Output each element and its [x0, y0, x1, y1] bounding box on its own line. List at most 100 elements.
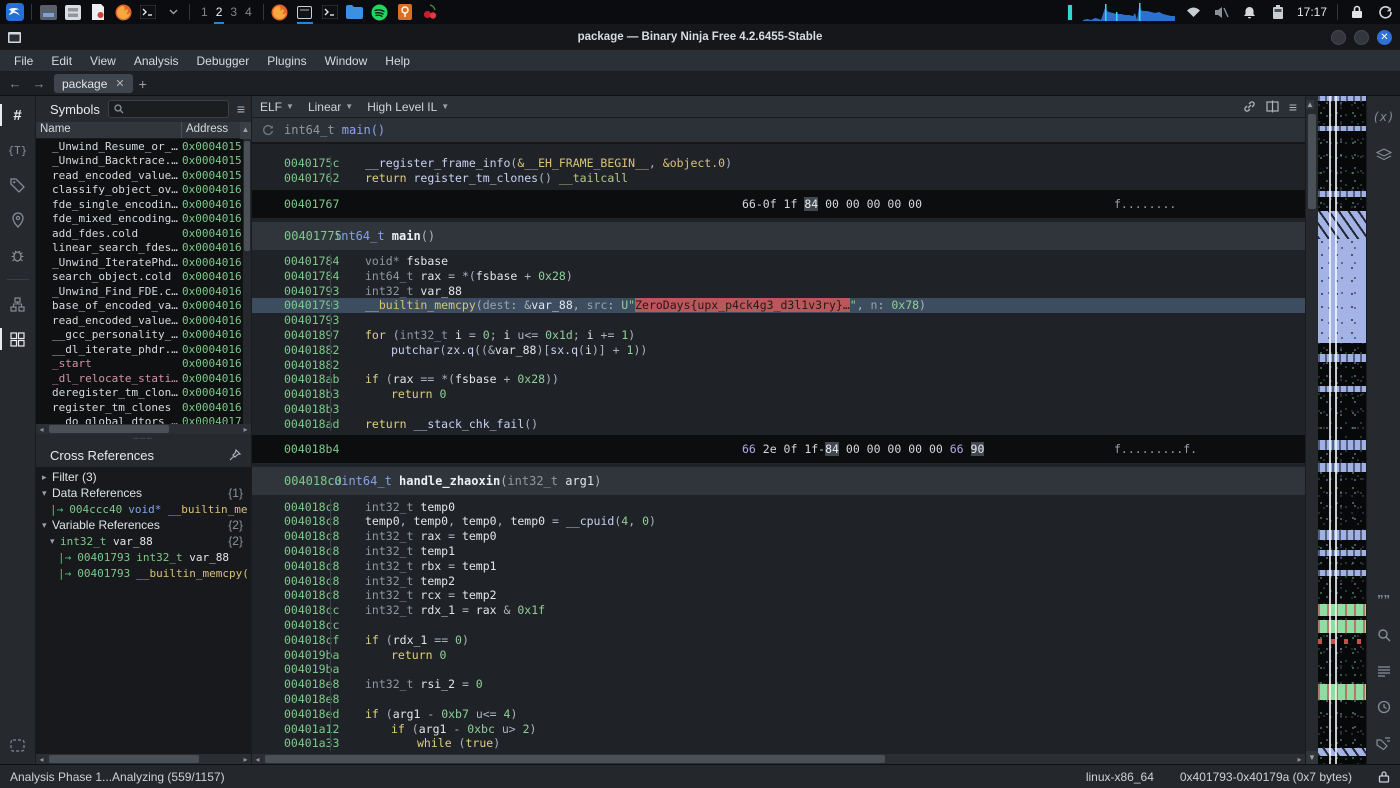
workspace-2[interactable]: 2 [216, 5, 223, 19]
symbol-row[interactable]: _dl_relocate_stati…0x0004016 [36, 371, 251, 386]
file-manager-icon[interactable] [64, 3, 82, 21]
code-line[interactable]: 004018abif (rax == *(fsbase + 0x28)) [252, 372, 1305, 387]
symbols-search-input[interactable] [108, 100, 229, 118]
code-line[interactable]: 004018c8int32_t rbx = temp1 [252, 558, 1305, 573]
code-line[interactable]: 004018c8int32_t temp1 [252, 544, 1305, 559]
menu-edit[interactable]: Edit [43, 52, 80, 70]
window-app-icon[interactable] [39, 3, 57, 21]
symbol-row[interactable]: __do_global_dtors_…0x0004017 [36, 415, 251, 425]
text-editor-icon[interactable] [89, 3, 107, 21]
code-horizontal-scrollbar[interactable]: ◂▸ [252, 754, 1305, 764]
cherrytree-icon[interactable] [421, 3, 439, 21]
symbol-row[interactable]: fde_mixed_encoding…0x0004016 [36, 212, 251, 227]
code-line[interactable]: 00401762return register_tm_clones() __ta… [252, 171, 1305, 186]
symbol-row[interactable]: read_encoded_value…0x0004015 [36, 168, 251, 183]
menu-window[interactable]: Window [317, 52, 376, 70]
code-line[interactable]: 004018cfif (rdx_1 == 0) [252, 632, 1305, 647]
symbols-vertical-scrollbar[interactable] [243, 139, 251, 424]
layout-selector[interactable]: Linear▼ [308, 100, 353, 114]
symbol-row[interactable]: _Unwind_Find_FDE.c…0x0004016 [36, 284, 251, 299]
function-signature-row[interactable]: 00401775int64_t main() [252, 222, 1305, 250]
symbol-row[interactable]: search_object.cold0x0004016 [36, 270, 251, 285]
menu-help[interactable]: Help [377, 52, 418, 70]
code-line[interactable]: 004018adreturn __stack_chk_fail() [252, 416, 1305, 431]
console-icon[interactable] [6, 734, 30, 756]
function-signature-row[interactable]: 004018c0uint64_t handle_zhaoxin(int32_t … [252, 467, 1305, 495]
xref-group[interactable]: ▸Filter (3) [36, 469, 251, 485]
find-icon[interactable] [1372, 624, 1396, 646]
workspace-1[interactable]: 1 [201, 5, 208, 19]
spotify-icon[interactable] [371, 3, 389, 21]
new-tab-button[interactable]: + [139, 76, 147, 92]
code-line[interactable]: 004019bareturn 0 [252, 647, 1305, 662]
symbol-row[interactable]: _Unwind_Resume_or_…0x0004015 [36, 139, 251, 154]
symbols-horizontal-scrollbar[interactable]: ◂▸ [36, 424, 251, 434]
tags-icon[interactable] [6, 174, 30, 196]
xref-entry[interactable]: |→00401793__builtin_memcpy( [36, 565, 251, 581]
symbols-icon[interactable]: # [6, 104, 30, 126]
code-line[interactable]: 00401793int32_t var_88 [252, 283, 1305, 298]
code-line[interactable]: 00401784void* fsbase [252, 254, 1305, 269]
panel-splitter[interactable]: ┈┈┈ [36, 434, 251, 443]
code-line[interactable]: 004018b3 [252, 402, 1305, 417]
strings-icon[interactable]: ”” [1372, 588, 1396, 610]
chevron-down-icon[interactable] [164, 3, 182, 21]
symbols-menu-icon[interactable]: ≡ [237, 101, 245, 117]
debugger-icon[interactable] [6, 244, 30, 266]
menu-plugins[interactable]: Plugins [259, 52, 314, 70]
status-lock-icon[interactable] [1378, 770, 1390, 783]
kali-logo[interactable] [6, 3, 24, 21]
feature-map[interactable] [1318, 96, 1366, 764]
symbol-row[interactable]: read_encoded_value…0x0004016 [36, 313, 251, 328]
code-vertical-scrollbar[interactable]: ▲ ▼ [1305, 96, 1318, 764]
firefox-icon[interactable] [271, 3, 289, 21]
code-line[interactable]: 00401784int64_t rax = *(fsbase + 0x28) [252, 268, 1305, 283]
battery-icon[interactable] [1269, 3, 1287, 21]
code-line[interactable]: 004018ccint32_t rdx_1 = rax & 0x1f [252, 603, 1305, 618]
scroll-up-icon[interactable]: ▲ [240, 122, 251, 139]
code-line[interactable]: 004018edif (arg1 - 0xb7 u<= 4) [252, 706, 1305, 721]
symbol-row[interactable]: _Unwind_IteratePhd…0x0004016 [36, 255, 251, 270]
format-selector[interactable]: ELF▼ [260, 100, 294, 114]
folder-icon[interactable] [346, 3, 364, 21]
code-line[interactable]: 004019ba [252, 662, 1305, 677]
scroll-down-icon[interactable]: ▼ [1306, 751, 1318, 764]
column-name[interactable]: Name [36, 122, 182, 138]
workspace-3[interactable]: 3 [230, 5, 237, 19]
code-line[interactable]: 004018c8int32_t temp2 [252, 573, 1305, 588]
symbol-row[interactable]: linear_search_fdes…0x0004016 [36, 241, 251, 256]
menu-analysis[interactable]: Analysis [126, 52, 187, 70]
terminal-icon[interactable] [321, 3, 339, 21]
hex-dump-row[interactable]: 0040176766-0f 1f 84 00 00 00 00 00f.....… [252, 190, 1305, 218]
code-line[interactable]: 00401793__builtin_memcpy(dest: &var_88, … [252, 298, 1305, 313]
code-line[interactable]: 00401897for (int32_t i = 0; i u<= 0x1d; … [252, 328, 1305, 343]
minimize-button[interactable] [1331, 30, 1346, 45]
symbol-row[interactable]: add_fdes.cold0x0004016 [36, 226, 251, 241]
code-line[interactable]: 00401882 [252, 357, 1305, 372]
code-line[interactable]: 00401882putchar(zx.q((&var_88)[sx.q(i)] … [252, 342, 1305, 357]
pin-icon[interactable] [229, 449, 241, 461]
history-icon[interactable] [1372, 696, 1396, 718]
sync-link-icon[interactable] [1243, 100, 1256, 113]
symbol-row[interactable]: _start0x0004016 [36, 357, 251, 372]
symbol-row[interactable]: __dl_iterate_phdr.…0x0004016 [36, 342, 251, 357]
xref-entry[interactable]: |→004ccc40void* __builtin_me [36, 501, 251, 517]
types-icon[interactable]: {T} [6, 139, 30, 161]
symbol-row[interactable]: register_tm_clones0x0004016 [36, 400, 251, 415]
stack-view-icon[interactable] [1372, 144, 1396, 166]
workspace-switcher[interactable]: 1234 [197, 5, 256, 19]
symbols-table-header[interactable]: Name Address ▲ [36, 122, 251, 139]
xref-entry[interactable]: |→00401793int32_t var_88 [36, 549, 251, 565]
window-titlebar[interactable]: package — Binary Ninja Free 4.2.6455-Sta… [0, 24, 1400, 50]
menu-debugger[interactable]: Debugger [189, 52, 258, 70]
hex-dump-row[interactable]: 004018b466 2e 0f 1f-84 00 00 00 00 00 66… [252, 435, 1305, 463]
code-line[interactable]: 004018cc [252, 618, 1305, 633]
active-window-icon[interactable] [296, 3, 314, 21]
close-button[interactable]: ✕ [1377, 30, 1392, 45]
tag-list-icon[interactable] [1372, 732, 1396, 754]
nav-back-button[interactable]: ← [6, 76, 24, 91]
nav-forward-button[interactable]: → [30, 76, 48, 91]
code-line[interactable]: 00401a12if (arg1 - 0xbc u> 2) [252, 721, 1305, 736]
maximize-button[interactable] [1354, 30, 1369, 45]
power-icon[interactable] [1376, 3, 1394, 21]
